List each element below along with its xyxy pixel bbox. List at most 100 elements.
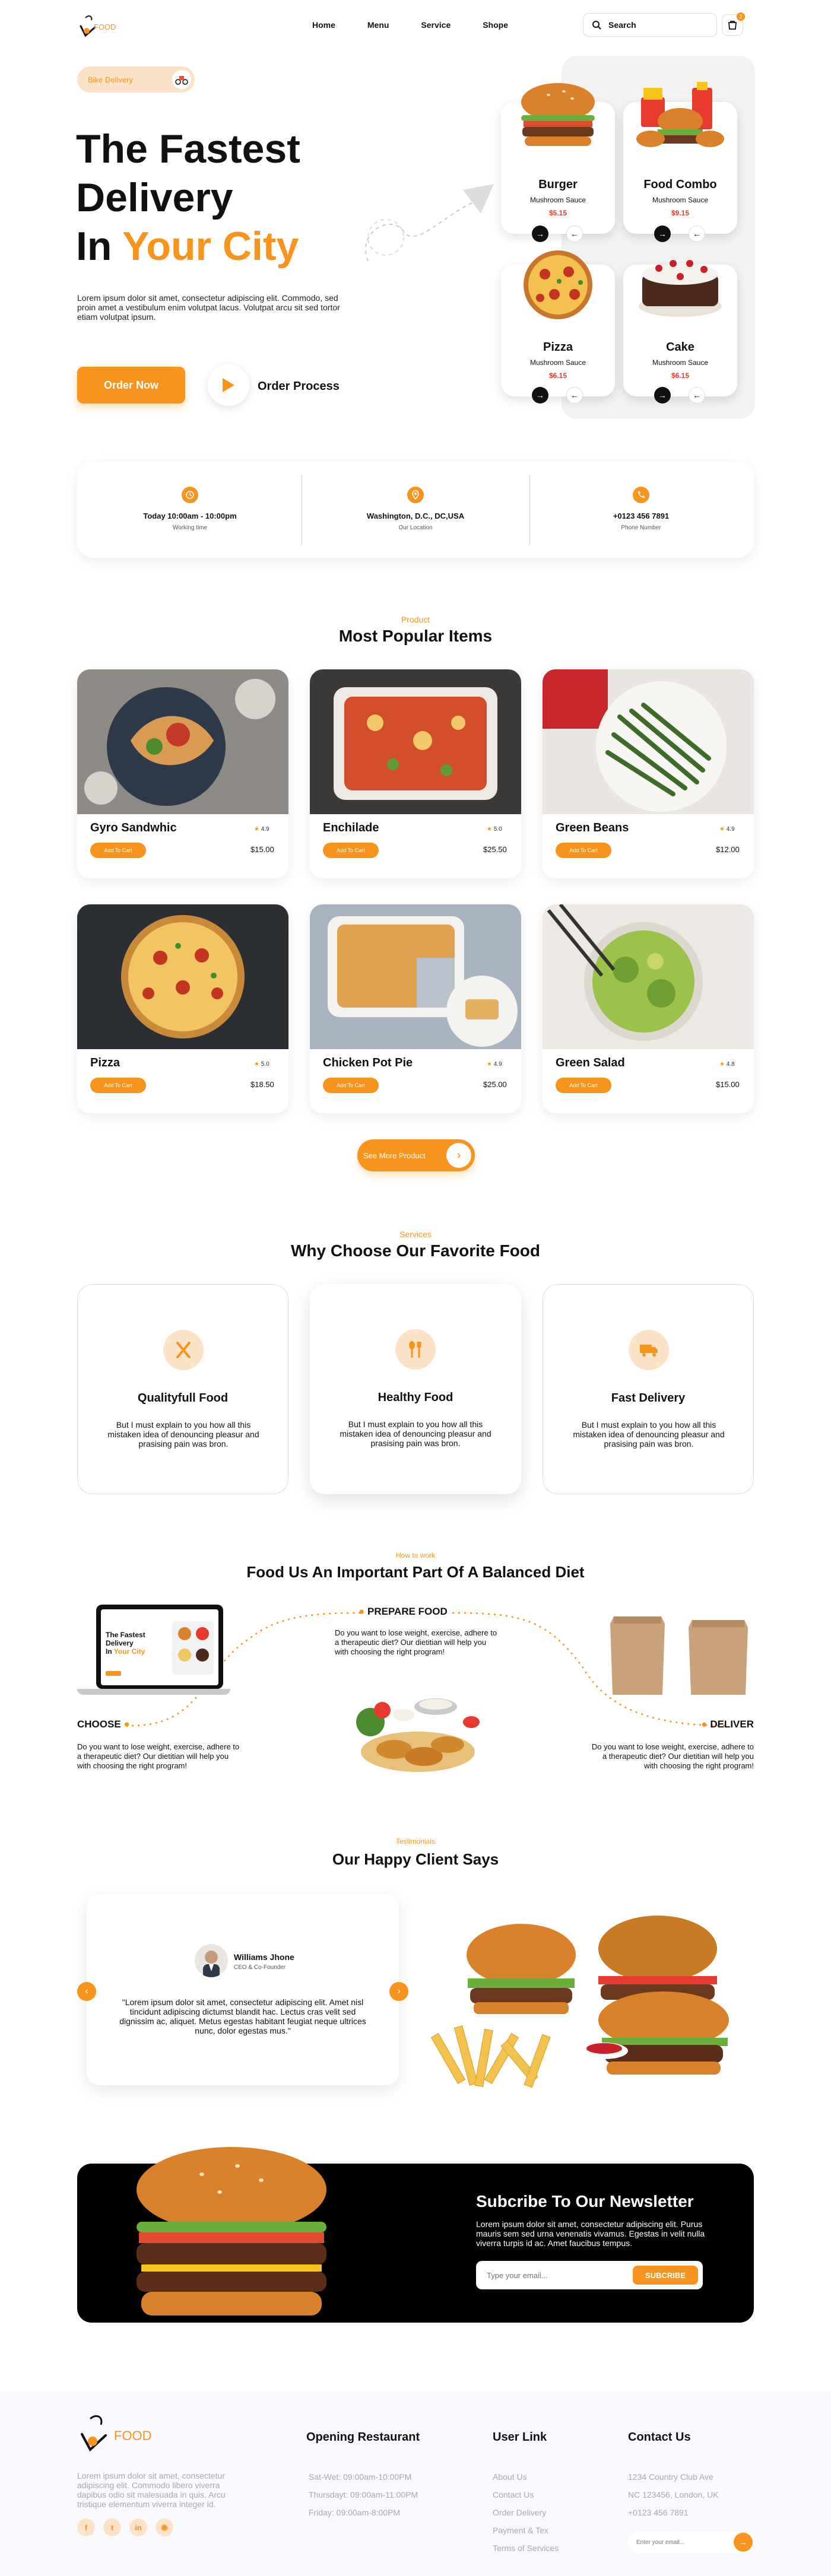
add-to-cart-button[interactable]: Add To Cart xyxy=(90,843,146,858)
facebook-icon[interactable]: f xyxy=(77,2518,95,2536)
pizza-image xyxy=(524,250,592,319)
email-input[interactable] xyxy=(487,2268,617,2282)
nav-menu[interactable]: Menu xyxy=(367,20,389,30)
utensils-icon xyxy=(163,1330,204,1370)
add-to-cart-button[interactable]: Add To Cart xyxy=(323,1078,379,1093)
product-card[interactable]: Gyro Sandwhic ★ 4.9 Add To Cart $15.00 xyxy=(77,669,288,878)
add-to-cart-button[interactable]: Add To Cart xyxy=(323,843,379,858)
add-to-cart-button[interactable]: Add To Cart xyxy=(90,1078,146,1093)
see-more-button[interactable]: See More Product › xyxy=(357,1139,475,1171)
info-title: Washington, D.C., DC,USA xyxy=(366,512,465,520)
prepare-title-text: PREPARE FOOD xyxy=(367,1606,448,1617)
product-rating: ★ 4.9 xyxy=(719,826,735,833)
service-card: Healthy Food But I must explain to you h… xyxy=(310,1284,521,1494)
newsletter-title: Subcribe To Our Newsletter xyxy=(476,2192,694,2210)
laptop-title: The Fastest Delivery In Your City xyxy=(106,1631,145,1656)
laptop-title-accent: Your City xyxy=(113,1647,145,1656)
footer-link-contact[interactable]: Contact Us xyxy=(493,2490,559,2499)
linkedin-icon[interactable]: in xyxy=(129,2518,147,2536)
info-sub: Our Location xyxy=(398,525,433,531)
cart-button[interactable]: 2 xyxy=(722,12,745,36)
footer-link-payment[interactable]: Payment & Tex xyxy=(493,2526,559,2535)
footer-email-input[interactable] xyxy=(636,2537,725,2548)
avatar xyxy=(195,1944,228,1977)
hero-card-title: Burger xyxy=(538,178,578,191)
subscribe-button[interactable]: SUBCRIBE xyxy=(633,2266,698,2285)
contact-info: 1234 Country Club Ave NC 123456, London,… xyxy=(628,2472,719,2526)
product-card[interactable]: Green Beans ★ 4.9 Add To Cart $12.00 xyxy=(543,669,754,878)
order-process-label[interactable]: Order Process xyxy=(258,380,340,393)
hero-description: Lorem ipsum dolor sit amet, consectetur … xyxy=(77,293,340,322)
nav-service[interactable]: Service xyxy=(421,20,451,30)
hours-item: Friday: 09:00am-8:00PM xyxy=(309,2508,401,2517)
add-to-cart-button[interactable]: Add To Cart xyxy=(556,843,611,858)
arrow-right-icon[interactable]: → xyxy=(654,225,671,242)
product-card[interactable]: Chicken Pot Pie ★ 4.9 Add To Cart $25.00 xyxy=(310,904,521,1113)
product-image xyxy=(77,669,288,814)
hero-card-sub: Mushroom Sauce xyxy=(652,196,709,204)
testimonial-kicker: Testimonials xyxy=(395,1837,436,1846)
arrow-left-icon[interactable]: ← xyxy=(689,225,705,242)
hero-card-pizza[interactable]: Pizza Mushroom Sauce $6.15 → ← xyxy=(501,250,615,404)
deliver-title: ● DELIVER xyxy=(677,1719,754,1730)
chevron-left-icon[interactable]: ‹ xyxy=(77,1982,96,2001)
product-card[interactable]: Enchilade ★ 5.0 Add To Cart $25.50 xyxy=(310,669,521,878)
opening-hours: Sat-Wet: 09:00am-10:00PM Thursdayt: 09:0… xyxy=(309,2472,418,2526)
service-card: Qualityfull Food But I must explain to y… xyxy=(77,1284,288,1494)
logo[interactable]: FOOD xyxy=(77,13,119,39)
contact-address: 1234 Country Club Ave xyxy=(628,2472,713,2482)
play-button[interactable] xyxy=(208,364,249,406)
social-links: f t in ◉ xyxy=(77,2518,173,2536)
cake-image xyxy=(639,260,722,317)
product-card[interactable]: Green Salad ★ 4.8 Add To Cart $15.00 xyxy=(543,904,754,1113)
product-name: Green Beans xyxy=(556,821,629,834)
product-rating: ★ 5.0 xyxy=(487,826,502,833)
product-name: Green Salad xyxy=(556,1056,625,1069)
nav-shope[interactable]: Shope xyxy=(483,20,508,30)
hero-card-title: Cake xyxy=(666,341,694,354)
order-now-button[interactable]: Order Now xyxy=(77,367,185,404)
chevron-right-icon: › xyxy=(446,1143,471,1168)
contact-city: NC 123456, London, UK xyxy=(628,2490,719,2499)
bike-icon xyxy=(172,70,191,89)
hero-badge-label: Bike Delivery xyxy=(88,75,133,84)
rating-value: 4.9 xyxy=(493,1061,502,1068)
hero-card-price: $6.15 xyxy=(671,371,690,380)
arrow-right-icon[interactable]: → xyxy=(532,387,548,404)
product-name: Enchilade xyxy=(323,821,379,834)
deliver-title-text: DELIVER xyxy=(710,1719,754,1730)
arrow-left-icon[interactable]: ← xyxy=(689,387,705,404)
product-card[interactable]: Pizza ★ 5.0 Add To Cart $18.50 xyxy=(77,904,288,1113)
product-image xyxy=(310,669,521,814)
paper-bags-image xyxy=(610,1616,748,1695)
cart-badge: 2 xyxy=(737,12,745,21)
see-more-label: See More Product xyxy=(363,1151,426,1160)
hero-card-burger[interactable]: Burger Mushroom Sauce $5.15 → ← xyxy=(501,83,615,242)
info-strip: Today 10:00am - 10:00pm Working time Was… xyxy=(77,462,754,558)
footer-link-order[interactable]: Order Delivery xyxy=(493,2508,559,2517)
hero-card-cake[interactable]: Cake Mushroom Sauce $6.15 → ← xyxy=(623,260,737,404)
instagram-icon[interactable]: ◉ xyxy=(156,2518,173,2536)
arrow-right-icon[interactable]: → xyxy=(734,2533,753,2552)
footer-logo[interactable]: FOOD xyxy=(77,2413,160,2454)
search-label: Search xyxy=(608,20,636,30)
cart-icon xyxy=(728,21,737,30)
chevron-right-icon[interactable]: › xyxy=(389,1982,408,2001)
star-icon: ★ xyxy=(254,826,259,833)
twitter-icon[interactable]: t xyxy=(103,2518,121,2536)
arrow-right-icon[interactable]: → xyxy=(654,387,671,404)
hero-card-combo[interactable]: Food Combo Mushroom Sauce $9.15 → ← xyxy=(623,82,737,242)
arrow-left-icon[interactable]: ← xyxy=(566,225,583,242)
add-to-cart-button[interactable]: Add To Cart xyxy=(556,1078,611,1093)
product-rating: ★ 5.0 xyxy=(254,1061,269,1068)
arrow-left-icon[interactable]: ← xyxy=(566,387,583,404)
arrow-right-icon[interactable]: → xyxy=(532,225,548,242)
footer-link-about[interactable]: About Us xyxy=(493,2472,559,2482)
dot-marker: ● xyxy=(123,1719,130,1730)
search-box[interactable]: Search xyxy=(583,13,717,37)
footer-link-terms[interactable]: Terms of Services xyxy=(493,2543,559,2553)
nav-home[interactable]: Home xyxy=(312,20,335,30)
phone-icon xyxy=(633,487,649,503)
client-role: CEO & Co-Founder xyxy=(234,1964,286,1971)
logo-text: FOOD xyxy=(94,23,116,31)
